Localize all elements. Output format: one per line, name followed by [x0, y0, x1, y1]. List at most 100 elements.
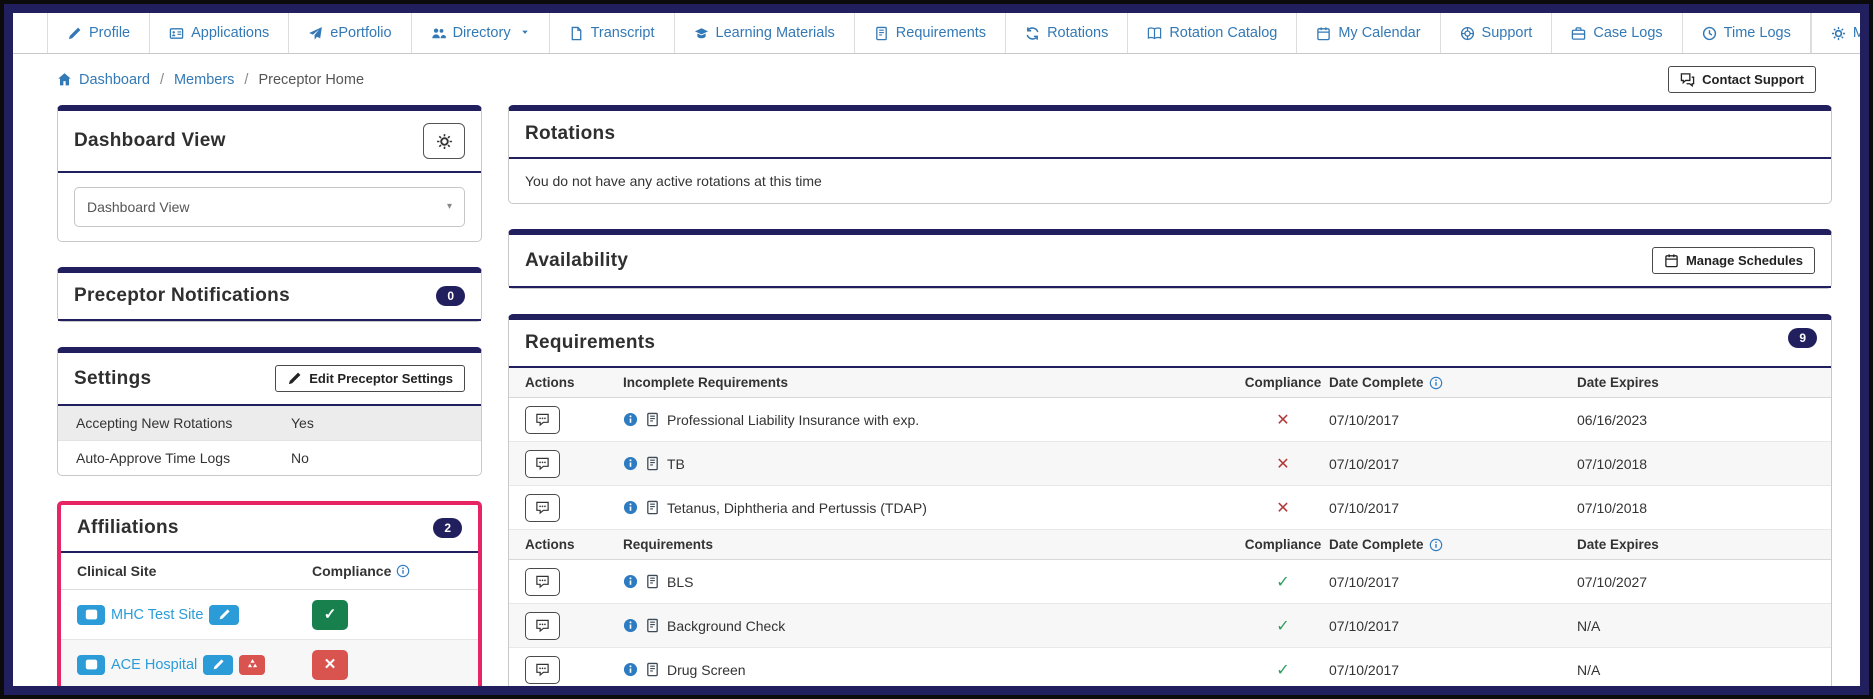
edit-preceptor-settings-label: Edit Preceptor Settings	[309, 371, 453, 386]
recycle-icon	[246, 658, 259, 671]
compliance-check-mark: ✓	[1276, 573, 1290, 591]
manage-schedules-button[interactable]: Manage Schedules	[1651, 247, 1815, 274]
dashboard-view-body: Dashboard View ▾	[58, 173, 481, 241]
comment-action-button[interactable]	[525, 655, 560, 684]
column-header-compliance: Compliance	[1244, 537, 1322, 552]
settings-header: Settings Edit Preceptor Settings	[58, 353, 481, 406]
requirement-name: Background Check	[667, 617, 786, 634]
date-expires-value: N/A	[1577, 661, 1601, 678]
clinical-site-link[interactable]: MHC Test Site	[111, 607, 203, 623]
edit-preceptor-settings-button[interactable]: Edit Preceptor Settings	[275, 365, 465, 392]
breadcrumb-preceptor-home: Preceptor Home	[258, 71, 365, 88]
date-complete-value: 07/10/2017	[1329, 499, 1400, 516]
affiliation-row-mhc-test-site: MHC Test Site ✓	[61, 590, 478, 640]
people-icon	[431, 26, 446, 41]
settings-card: Settings Edit Preceptor Settings Accepti…	[57, 347, 482, 476]
rotations-title: Rotations	[525, 123, 616, 144]
compliance-check-mark: ✓	[1276, 617, 1290, 635]
requirement-name: TB	[667, 455, 685, 472]
top-nav: Profile Applications ePortfolio Directory Tr…	[13, 13, 1860, 54]
hospital-icon	[77, 654, 105, 675]
nav-item-time-logs[interactable]: Time Logs	[1683, 13, 1811, 53]
breadcrumb: Dashboard / Members / Preceptor Home	[57, 72, 364, 88]
main-content: Dashboard View Dashboard View ▾ Precepto…	[13, 101, 1860, 686]
date-expires-value: 06/16/2023	[1577, 411, 1648, 428]
column-header-requirements: Requirements	[623, 537, 714, 552]
nav-item-applications[interactable]: Applications	[150, 13, 290, 53]
info-solid-icon[interactable]	[623, 662, 638, 677]
edit-site-button[interactable]	[209, 604, 240, 625]
school-icon	[694, 26, 709, 41]
column-header-incomplete-requirements: Incomplete Requirements	[623, 375, 789, 390]
nav-item-label: More	[1852, 25, 1865, 41]
nav-item-transcript[interactable]: Transcript	[550, 13, 675, 53]
affiliations-highlight: Affiliations 2 Clinical Site Compliance …	[57, 501, 482, 686]
nav-item-my-calendar[interactable]: My Calendar	[1297, 13, 1441, 53]
nav-item-support[interactable]: Support	[1441, 13, 1553, 53]
pencil-icon	[67, 26, 82, 41]
date-complete-value: 07/10/2017	[1329, 455, 1400, 472]
column-header-compliance: Compliance	[1244, 375, 1322, 390]
info-solid-icon[interactable]	[623, 412, 638, 427]
requirements-title: Requirements	[525, 332, 656, 353]
dashboard-view-settings-button[interactable]	[423, 123, 465, 159]
date-expires-value: 07/10/2027	[1577, 573, 1648, 590]
journal-icon	[645, 456, 660, 471]
requirements-header: Requirements	[509, 320, 1831, 368]
comment-action-button[interactable]	[525, 449, 560, 478]
dashboard-view-select[interactable]: Dashboard View ▾	[74, 187, 465, 227]
comment-action-button[interactable]	[525, 611, 560, 640]
nav-item-rotations[interactable]: Rotations	[1006, 13, 1129, 53]
info-icon[interactable]	[1429, 376, 1443, 390]
requirement-name: BLS	[667, 573, 694, 590]
date-expires-value: 07/10/2018	[1577, 455, 1648, 472]
breadcrumb-members[interactable]: Members	[174, 72, 234, 88]
right-column: Rotations You do not have any active rot…	[508, 105, 1832, 686]
affiliations-title: Affiliations	[77, 517, 179, 538]
nav-item-learning-materials[interactable]: Learning Materials	[675, 13, 855, 53]
date-expires-value: 07/10/2018	[1577, 499, 1648, 516]
settings-row-auto-approve-time-logs: Auto-Approve Time Logs No	[58, 441, 481, 475]
clinical-site-column-header: Clinical Site	[77, 563, 157, 579]
nav-item-label: Directory	[452, 25, 511, 41]
journal-icon	[645, 574, 660, 589]
compliance-status-button[interactable]: ✕	[312, 649, 348, 680]
compliance-status-button[interactable]: ✓	[312, 599, 348, 630]
nav-item-label: Applications	[191, 25, 270, 41]
column-header-date-expires: Date Expires	[1577, 537, 1659, 552]
nav-item-rotation-catalog[interactable]: Rotation Catalog	[1128, 13, 1298, 53]
requirements-card: 9 Requirements Actions Incomplete Require…	[508, 314, 1832, 686]
info-solid-icon[interactable]	[623, 618, 638, 633]
affiliations-column-headers: Clinical Site Compliance	[61, 553, 478, 590]
requirements-table-header-1: Actions Incomplete Requirements Compliance…	[509, 368, 1831, 398]
nav-item-requirements[interactable]: Requirements	[855, 13, 1007, 53]
setting-value: No	[291, 450, 309, 466]
nav-item-case-logs[interactable]: Case Logs	[1552, 13, 1683, 53]
affiliations-header: Affiliations 2	[61, 505, 478, 553]
nav-item-profile[interactable]: Profile	[47, 13, 151, 53]
nav-item-directory[interactable]: Directory	[412, 13, 550, 53]
restore-site-button[interactable]	[239, 654, 266, 675]
journal-icon	[645, 618, 660, 633]
comment-action-button[interactable]	[525, 493, 560, 522]
breadcrumb-dashboard[interactable]: Dashboard	[57, 72, 150, 88]
info-solid-icon[interactable]	[623, 456, 638, 471]
clinical-site-link[interactable]: ACE Hospital	[111, 657, 197, 673]
comment-icon	[535, 412, 550, 427]
info-icon[interactable]	[1429, 538, 1443, 552]
requirement-row-professional-liability-insurance-with-exp: Professional Liability Insurance with ex…	[509, 398, 1831, 442]
affiliations-card: Affiliations 2 Clinical Site Compliance …	[61, 505, 478, 686]
id-card-icon	[169, 26, 184, 41]
info-solid-icon[interactable]	[623, 574, 638, 589]
contact-support-button[interactable]: Contact Support	[1668, 66, 1816, 93]
nav-item-label: Profile	[89, 25, 131, 41]
nav-item-more[interactable]: More	[1812, 13, 1865, 53]
comment-action-button[interactable]	[525, 567, 560, 596]
date-complete-value: 07/10/2017	[1329, 661, 1400, 678]
info-solid-icon[interactable]	[623, 500, 638, 515]
edit-site-button[interactable]	[203, 654, 234, 675]
nav-item-eportfolio[interactable]: ePortfolio	[289, 13, 412, 53]
info-icon[interactable]	[396, 564, 410, 578]
comment-action-button[interactable]	[525, 405, 560, 434]
dashboard-view-title: Dashboard View	[74, 130, 226, 151]
